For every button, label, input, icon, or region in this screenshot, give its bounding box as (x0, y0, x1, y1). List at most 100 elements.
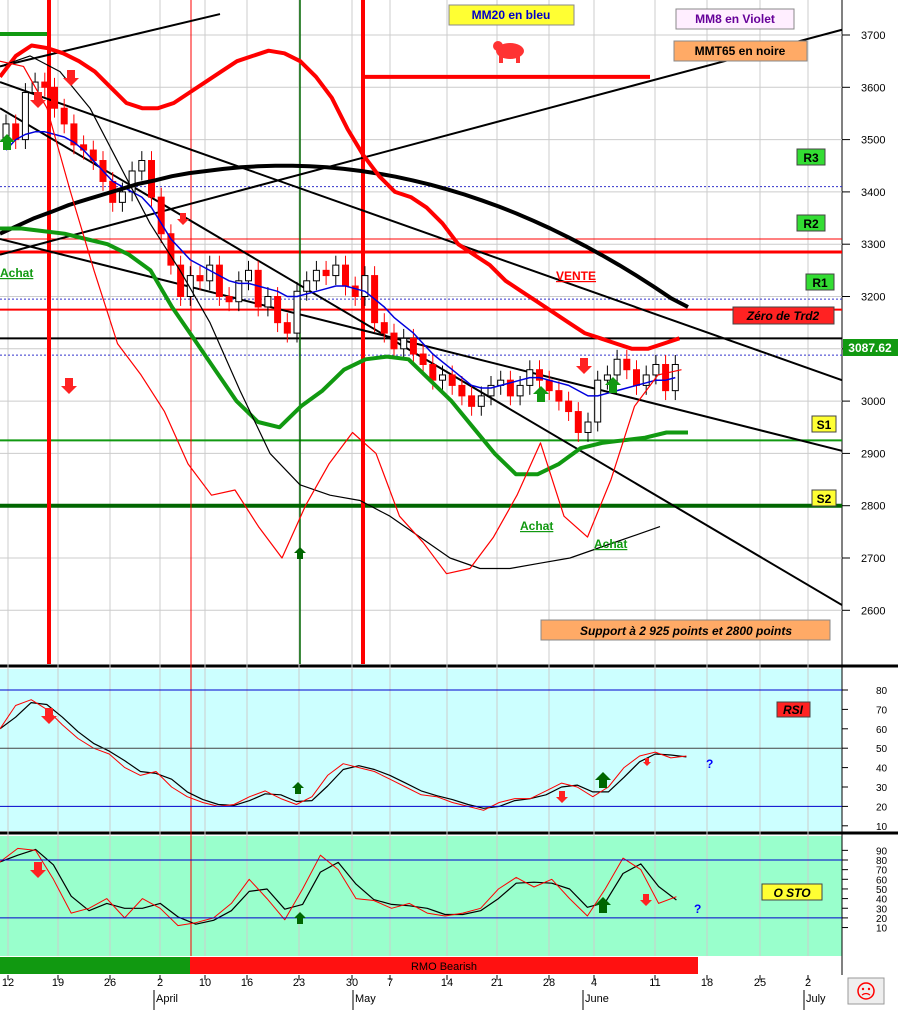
rsi-tick-label: 70 (876, 705, 888, 716)
month-label: June (585, 993, 609, 1005)
candle-body (196, 275, 204, 282)
candle-body (429, 363, 437, 381)
candle-body (458, 384, 466, 397)
svg-text:3087.62: 3087.62 (848, 341, 892, 355)
candle-body (21, 92, 29, 141)
y-tick-label: 2600 (861, 605, 885, 617)
candle-body (380, 322, 388, 334)
rmo-label: RMO Bearish (411, 961, 477, 973)
candle-body (623, 358, 631, 371)
y-tick-label: 3500 (861, 135, 885, 147)
label-r3: R3 (796, 148, 826, 166)
candle-body (51, 86, 58, 109)
candle-body (138, 160, 146, 172)
label-mm20: MM20 en bleu (448, 4, 575, 26)
candle-body (409, 337, 417, 355)
candle-body (574, 411, 582, 433)
candle-body (594, 379, 602, 423)
y-tick-label: 3700 (861, 30, 885, 42)
svg-text:MM20 en bleu: MM20 en bleu (472, 8, 551, 22)
y-tick-label: 2900 (861, 448, 885, 460)
rsi-tick-label: 30 (876, 783, 888, 794)
candle-body (322, 269, 330, 277)
candle-body (12, 123, 20, 141)
y-tick-label: 3000 (861, 396, 885, 408)
candle-body (283, 322, 291, 334)
candle-body (603, 374, 611, 381)
candle-body (633, 369, 640, 386)
svg-text:RSI: RSI (783, 703, 804, 717)
candle-body (312, 269, 320, 282)
candle-body (662, 363, 670, 392)
rsi-tick-label: 80 (876, 686, 888, 697)
rmo-bull-bar (0, 957, 190, 974)
y-tick-label: 3300 (861, 239, 885, 251)
label-osto: O STO (761, 883, 823, 901)
label-vente: VENTE (556, 269, 596, 283)
sad-face-icon (847, 977, 885, 1005)
rsi-tick-label: 60 (876, 725, 888, 736)
y-tick-label: 2800 (861, 501, 885, 513)
candle-body (245, 269, 252, 282)
month-label: May (355, 993, 376, 1005)
candle-body (177, 264, 185, 297)
candle-body (342, 264, 349, 287)
y-tick-label: 2700 (861, 553, 885, 565)
label-mmt65: MMT65 en noire (673, 40, 808, 62)
y-tick-label: 3200 (861, 292, 885, 304)
chart-canvas: 3700360035003400330032003100300029002800… (0, 0, 898, 1011)
candle-body (157, 196, 165, 235)
sto-panel-bg (0, 836, 842, 956)
svg-text:S2: S2 (817, 492, 832, 506)
candle-body (613, 358, 621, 376)
chart-root: 3700360035003400330032003100300029002800… (0, 0, 898, 1011)
month-label: April (156, 993, 178, 1005)
label-zero-trd2: Zéro de Trd2 (732, 306, 835, 325)
candle-body (468, 395, 476, 407)
candle-body (264, 296, 272, 308)
y-tick-label: 3400 (861, 187, 885, 199)
rsi-tick-label: 40 (876, 764, 888, 775)
candle-body (303, 280, 311, 292)
label-achat-right: Achat (594, 537, 627, 551)
svg-text:S1: S1 (817, 418, 832, 432)
label-mm8: MM8 en Violet (675, 8, 795, 30)
candle-body (186, 275, 194, 297)
candle-body (419, 353, 427, 365)
svg-text:Zéro de Trd2: Zéro de Trd2 (746, 309, 820, 323)
candle-body (60, 107, 68, 125)
candle-body (41, 81, 49, 88)
candle-body (274, 296, 282, 324)
candle-body (516, 384, 524, 397)
candle-body (293, 290, 301, 334)
candle-body (652, 363, 660, 376)
rsi-tick-label: 20 (876, 802, 888, 813)
candle-body (555, 390, 563, 402)
label-rsi: RSI (776, 701, 811, 718)
candle-body (215, 264, 223, 297)
svg-text:R1: R1 (812, 276, 828, 290)
label-s1: S1 (811, 415, 837, 433)
label-r1: R1 (805, 273, 835, 291)
svg-text:R3: R3 (803, 151, 819, 165)
candle-body (332, 264, 340, 277)
rsi-tick-label: 10 (876, 822, 888, 833)
candle-body (400, 337, 408, 350)
svg-text:MM8 en Violet: MM8 en Violet (695, 12, 775, 26)
candle-body (254, 269, 262, 308)
svg-text:R2: R2 (803, 217, 819, 231)
label-achat-mid: Achat (520, 519, 553, 533)
candle-body (545, 379, 553, 392)
label-support: Support à 2 925 points et 2800 points (540, 619, 831, 641)
label-s2: S2 (811, 489, 837, 507)
svg-text:MMT65 en noire: MMT65 en noire (695, 44, 786, 58)
candle-body (477, 395, 485, 407)
svg-text:Support à 2 925 points et 2800: Support à 2 925 points et 2800 points (580, 624, 792, 638)
svg-text:O STO: O STO (773, 886, 811, 900)
label-achat-left: Achat (0, 266, 33, 280)
candle-body (565, 400, 573, 413)
candle-body (390, 332, 398, 350)
sto-tick-label: 10 (876, 924, 888, 935)
last-price-badge: 3087.62 (843, 339, 898, 356)
candle-body (118, 191, 126, 203)
